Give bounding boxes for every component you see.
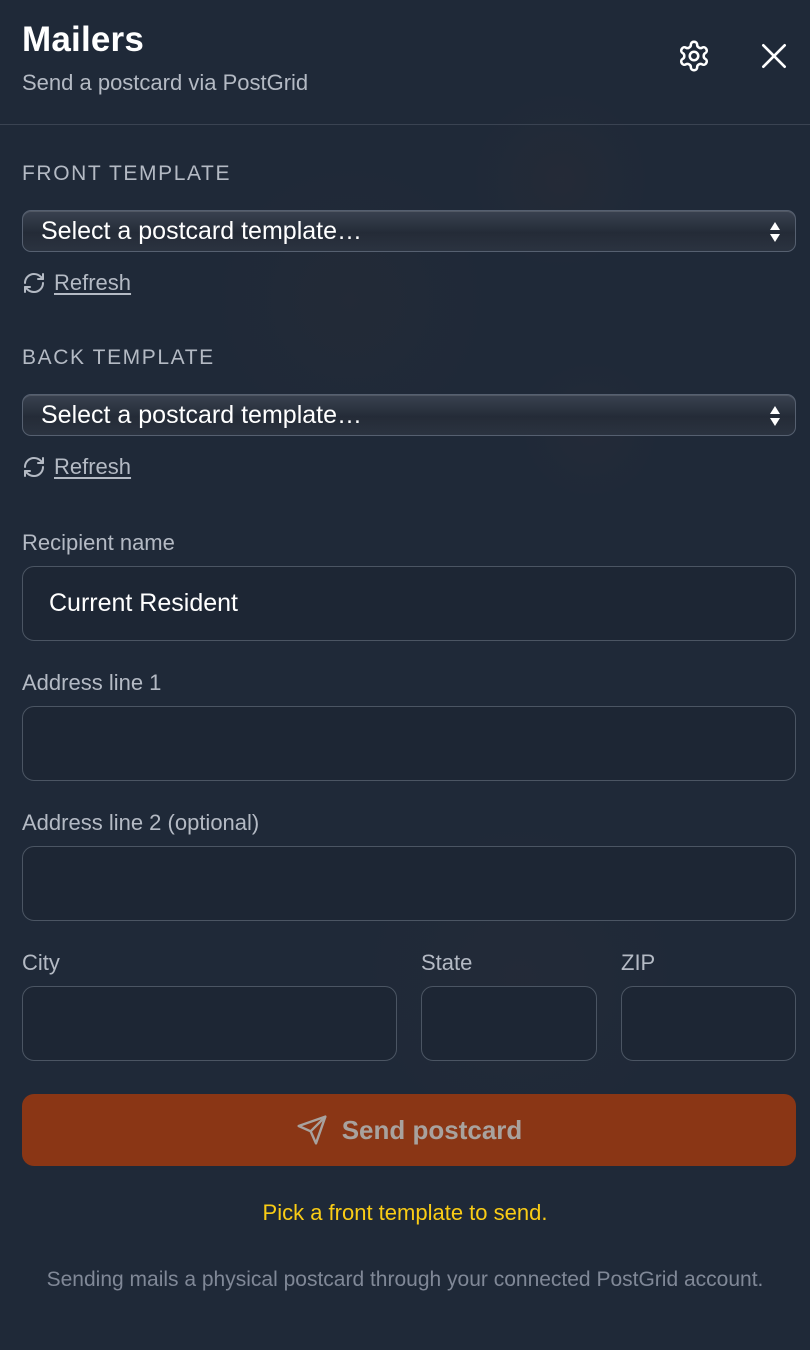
settings-button[interactable] [674, 36, 714, 76]
back-template-selected-value: Select a postcard template… [41, 400, 362, 429]
address-line-1-label: Address line 1 [22, 670, 162, 695]
zip-label: ZIP [621, 950, 656, 975]
address-line-2-input[interactable] [22, 846, 796, 921]
mailers-panel: Mailers Send a postcard via PostGrid FRO… [0, 0, 810, 1350]
city-label: City [22, 950, 60, 975]
close-icon [762, 44, 786, 68]
paper-plane-icon [297, 1115, 327, 1145]
validation-warning: Pick a front template to send. [262, 1200, 548, 1225]
state-input[interactable] [421, 986, 597, 1061]
recipient-name-label: Recipient name [22, 530, 175, 555]
send-postcard-button[interactable]: Send postcard [22, 1094, 796, 1166]
panel-header: Mailers Send a postcard via PostGrid [0, 0, 810, 125]
footer-note: Sending mails a physical postcard throug… [46, 1268, 764, 1291]
page-title: Mailers [22, 20, 145, 59]
zip-input[interactable] [621, 986, 796, 1061]
back-template-label: BACK TEMPLATE [22, 346, 215, 369]
page-subtitle: Send a postcard via PostGrid [22, 70, 309, 95]
address-line-1-input[interactable] [22, 706, 796, 781]
gear-icon [679, 40, 709, 72]
select-arrows-icon [770, 406, 780, 426]
close-button[interactable] [754, 36, 794, 76]
state-label: State [421, 950, 473, 975]
refresh-link[interactable]: Refresh [54, 270, 131, 296]
front-template-label: FRONT TEMPLATE [22, 162, 232, 185]
address-line-2-label: Address line 2 (optional) [22, 810, 260, 835]
front-template-refresh[interactable]: Refresh [22, 270, 131, 296]
city-input[interactable] [22, 986, 397, 1061]
select-arrows-icon [770, 222, 780, 242]
recipient-name-input[interactable] [22, 566, 796, 641]
refresh-link[interactable]: Refresh [54, 454, 131, 480]
back-template-refresh[interactable]: Refresh [22, 454, 131, 480]
refresh-icon [24, 273, 44, 293]
back-template-select[interactable]: Select a postcard template… [22, 394, 796, 436]
refresh-icon [24, 457, 44, 477]
send-postcard-label: Send postcard [341, 1114, 523, 1145]
front-template-select[interactable]: Select a postcard template… [22, 210, 796, 252]
front-template-selected-value: Select a postcard template… [41, 216, 362, 245]
